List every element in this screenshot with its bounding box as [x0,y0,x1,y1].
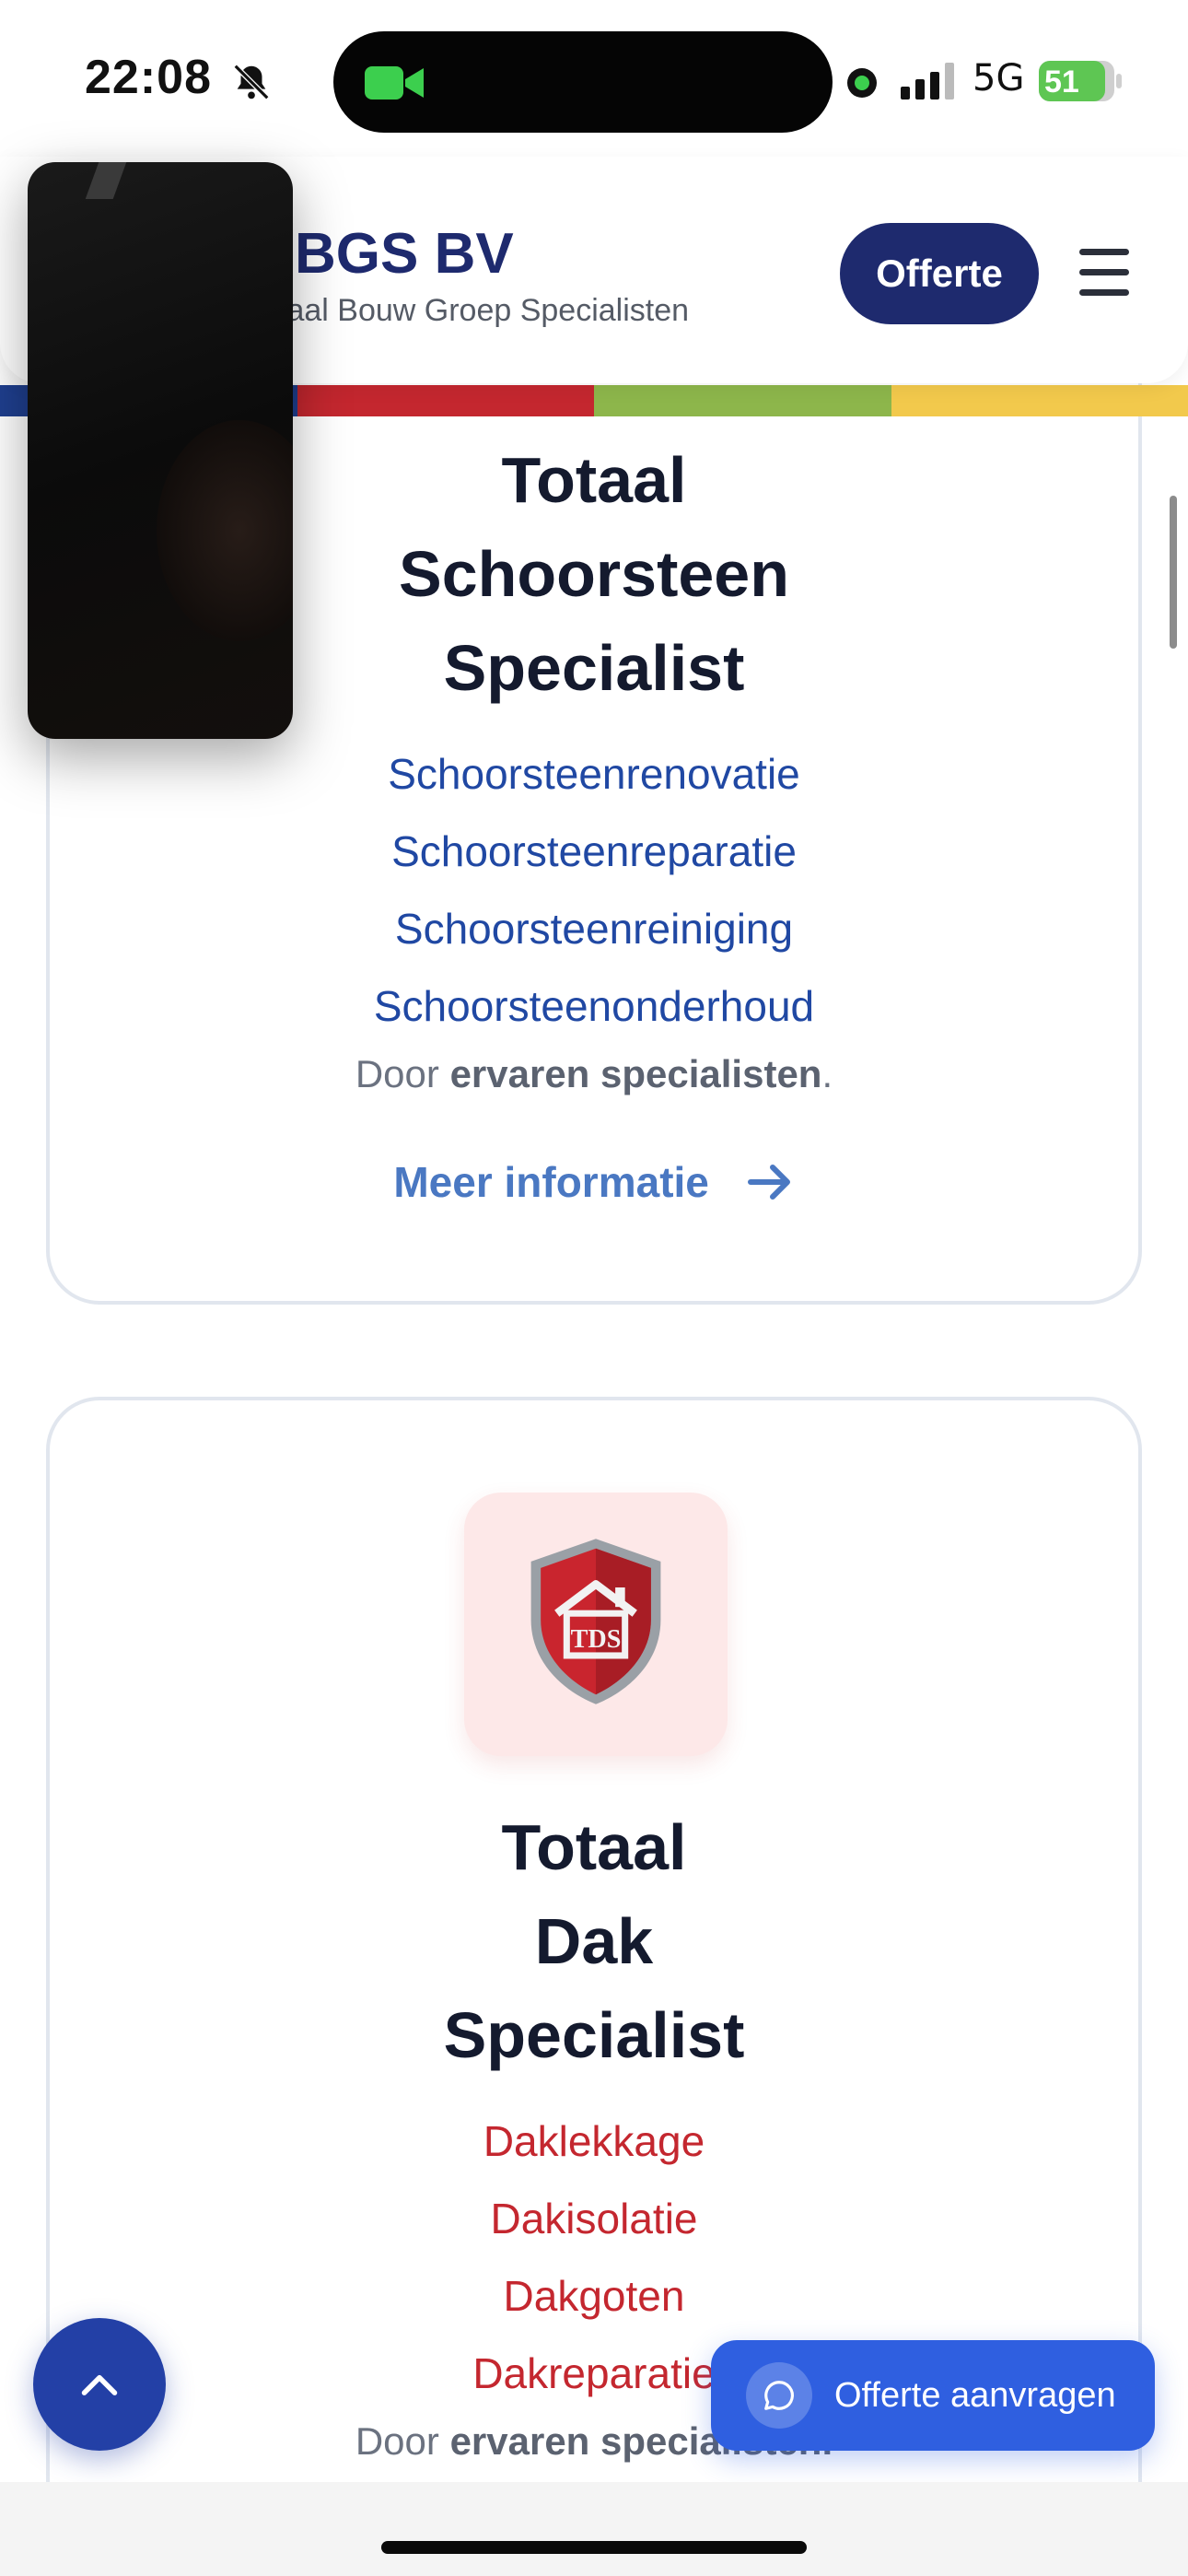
service-link[interactable]: Schoorsteenreparatie [50,813,1138,890]
arrow-right-icon [747,1165,790,1200]
brand-tagline: taal Bouw Groep Specialisten [278,293,690,328]
chat-bubble-icon [746,2362,812,2429]
byline-prefix: Door [355,1052,439,1095]
meer-informatie-link[interactable]: Meer informatie [50,1157,1138,1207]
card-title-line: Totaal [501,1811,687,1883]
battery-charging-icon: 51 [1039,61,1114,101]
offerte-button[interactable]: Offerte [840,223,1039,324]
stripe-red [297,385,594,416]
mic-active-icon [847,68,877,98]
facetime-icon [365,66,424,100]
meer-informatie-label: Meer informatie [393,1158,709,1206]
browser-bottom-bar [0,2482,1188,2576]
facetime-pip-video[interactable] [28,162,293,739]
scroll-to-top-button[interactable] [33,2318,166,2451]
byline-prefix: Door [355,2419,439,2463]
service-link[interactable]: Dakgoten [50,2257,1138,2335]
service-link[interactable]: Schoorsteenrenovatie [50,735,1138,813]
battery-nub [1116,74,1122,88]
offerte-aanvragen-label: Offerte aanvragen [834,2375,1116,2415]
card-byline: Door ervaren specialisten. [50,1052,1138,1096]
service-link[interactable]: Schoorsteenreiniging [50,890,1138,967]
card-title-line: Specialist [443,1999,745,2071]
chevron-up-icon [81,2374,118,2395]
logo-text: TDS [571,1625,622,1654]
network-label: 5G [973,57,1025,100]
service-link[interactable]: Dakisolatie [50,2180,1138,2257]
brand-name[interactable]: BGS BV [295,221,514,287]
status-bar: 22:08 5G 51 [0,0,1188,157]
status-time: 22:08 [85,51,212,104]
service-link[interactable]: Schoorsteenonderhoud [50,967,1138,1045]
offerte-aanvragen-button[interactable]: Offerte aanvragen [711,2340,1155,2451]
logo-tile: TDS [464,1493,728,1756]
home-indicator[interactable] [381,2541,807,2554]
bell-muted-icon [233,64,270,100]
stripe-green [594,385,891,416]
byline-suffix: . [821,1052,833,1095]
shield-house-tds-icon: TDS [530,1539,661,1704]
scrollbar-thumb[interactable] [1170,496,1177,649]
hamburger-icon[interactable] [1077,249,1133,299]
stripe-yellow [891,385,1188,416]
byline-bold: ervaren specialisten [449,1052,822,1095]
service-link[interactable]: Daklekkage [50,2102,1138,2180]
card-title-line: Dak [534,1905,654,1977]
signal-icon [901,63,954,100]
battery-percent: 51 [1044,64,1079,100]
